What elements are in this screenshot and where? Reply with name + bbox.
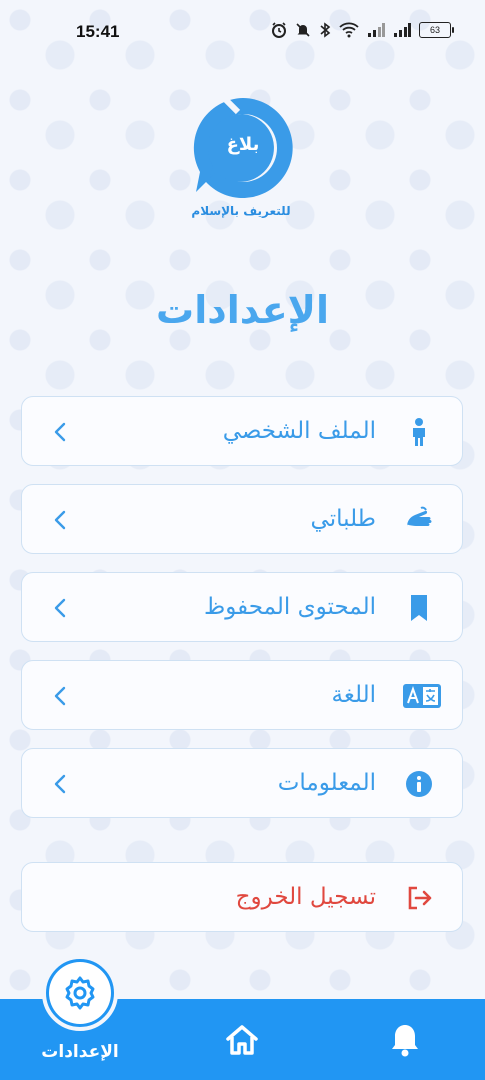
page-title: الإعدادات xyxy=(156,288,329,332)
logo-word: بلاغ xyxy=(226,134,260,155)
home-icon[interactable] xyxy=(224,1022,260,1058)
menu-item-saved-content[interactable]: المحتوى المحفوظ xyxy=(21,572,463,642)
sign-language-icon xyxy=(407,506,432,527)
menu-item-label: طلباتي xyxy=(310,506,376,532)
chevron-left-icon xyxy=(54,510,66,530)
status-time: 15:41 xyxy=(76,22,120,41)
chevron-left-icon xyxy=(54,422,66,442)
signal-icon-1 xyxy=(368,23,385,37)
menu-item-requests[interactable]: طلباتي xyxy=(21,484,463,554)
menu-item-profile[interactable]: الملف الشخصي xyxy=(21,396,463,466)
menu-item-info[interactable]: المعلومات xyxy=(21,748,463,818)
logout-button[interactable]: تسجيل الخروج xyxy=(21,862,463,932)
translate-icon xyxy=(403,684,441,708)
nav-settings-circle xyxy=(49,962,111,1024)
status-bar: 15:41 63 xyxy=(0,0,485,64)
logout-icon xyxy=(408,886,432,910)
logo-tagline: للتعريف بالإسلام xyxy=(191,204,291,218)
app-logo: بلاغ للتعريف بالإسلام xyxy=(186,92,300,232)
mute-bell-icon xyxy=(296,23,310,37)
wifi-icon xyxy=(339,22,359,38)
alarm-icon xyxy=(272,22,286,38)
gear-icon xyxy=(65,976,95,1010)
chevron-left-icon xyxy=(54,598,66,618)
bluetooth-icon xyxy=(320,22,331,38)
info-icon xyxy=(406,771,432,797)
menu-item-language[interactable]: اللغة xyxy=(21,660,463,730)
menu-item-label: اللغة xyxy=(331,682,376,708)
bell-icon[interactable] xyxy=(388,1022,422,1058)
signal-icon-2 xyxy=(394,23,411,37)
nav-settings-label: الإعدادات xyxy=(41,1042,119,1062)
menu-item-label: الملف الشخصي xyxy=(222,418,376,444)
nav-settings-button[interactable] xyxy=(42,955,118,1031)
battery-indicator: 63 xyxy=(419,22,454,38)
chevron-left-icon xyxy=(54,686,66,706)
menu-item-label: المحتوى المحفوظ xyxy=(203,594,376,620)
chevron-left-icon xyxy=(54,774,66,794)
logout-label: تسجيل الخروج xyxy=(235,884,376,910)
person-icon xyxy=(413,418,425,446)
menu-item-label: المعلومات xyxy=(277,770,376,796)
bookmark-icon xyxy=(411,595,427,621)
status-icons: 63 xyxy=(271,22,454,38)
